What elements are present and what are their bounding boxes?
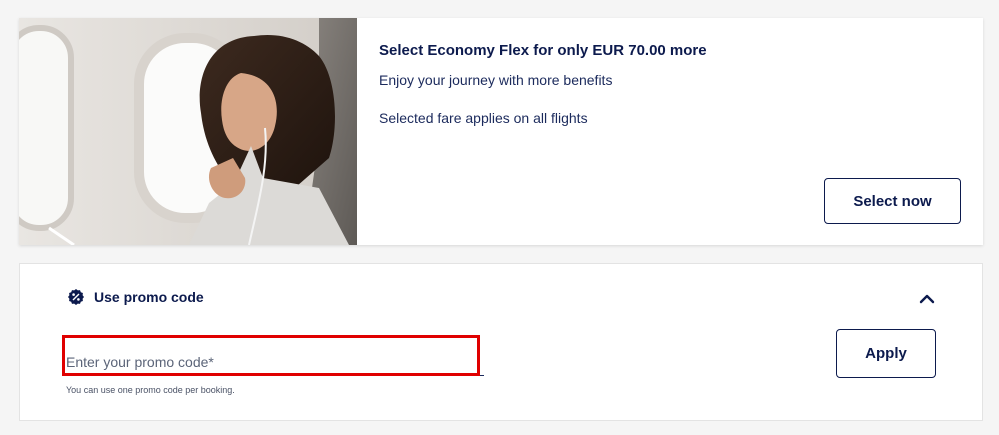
- select-now-button[interactable]: Select now: [824, 178, 961, 224]
- percent-badge-icon: [68, 289, 84, 305]
- chevron-up-icon[interactable]: [919, 292, 935, 304]
- upsell-benefits-text: Enjoy your journey with more benefits: [379, 72, 613, 88]
- passenger-window-photo: [19, 18, 357, 245]
- upsell-text: Select Economy Flex for only EUR 70.00 m…: [379, 42, 707, 126]
- promo-code-hint: You can use one promo code per booking.: [66, 385, 235, 395]
- apply-button[interactable]: Apply: [836, 329, 936, 378]
- upsell-title: Select Economy Flex for only EUR 70.00 m…: [379, 42, 707, 59]
- promo-code-field: [62, 335, 484, 376]
- upsell-scope-text: Selected fare applies on all flights: [379, 110, 588, 126]
- promo-code-input[interactable]: [64, 336, 484, 376]
- promo-code-title: Use promo code: [94, 289, 204, 305]
- promo-code-card: Use promo code You can use one promo cod…: [19, 263, 983, 421]
- fare-upsell-card: Select Economy Flex for only EUR 70.00 m…: [19, 18, 983, 245]
- promo-code-header[interactable]: Use promo code: [68, 289, 204, 305]
